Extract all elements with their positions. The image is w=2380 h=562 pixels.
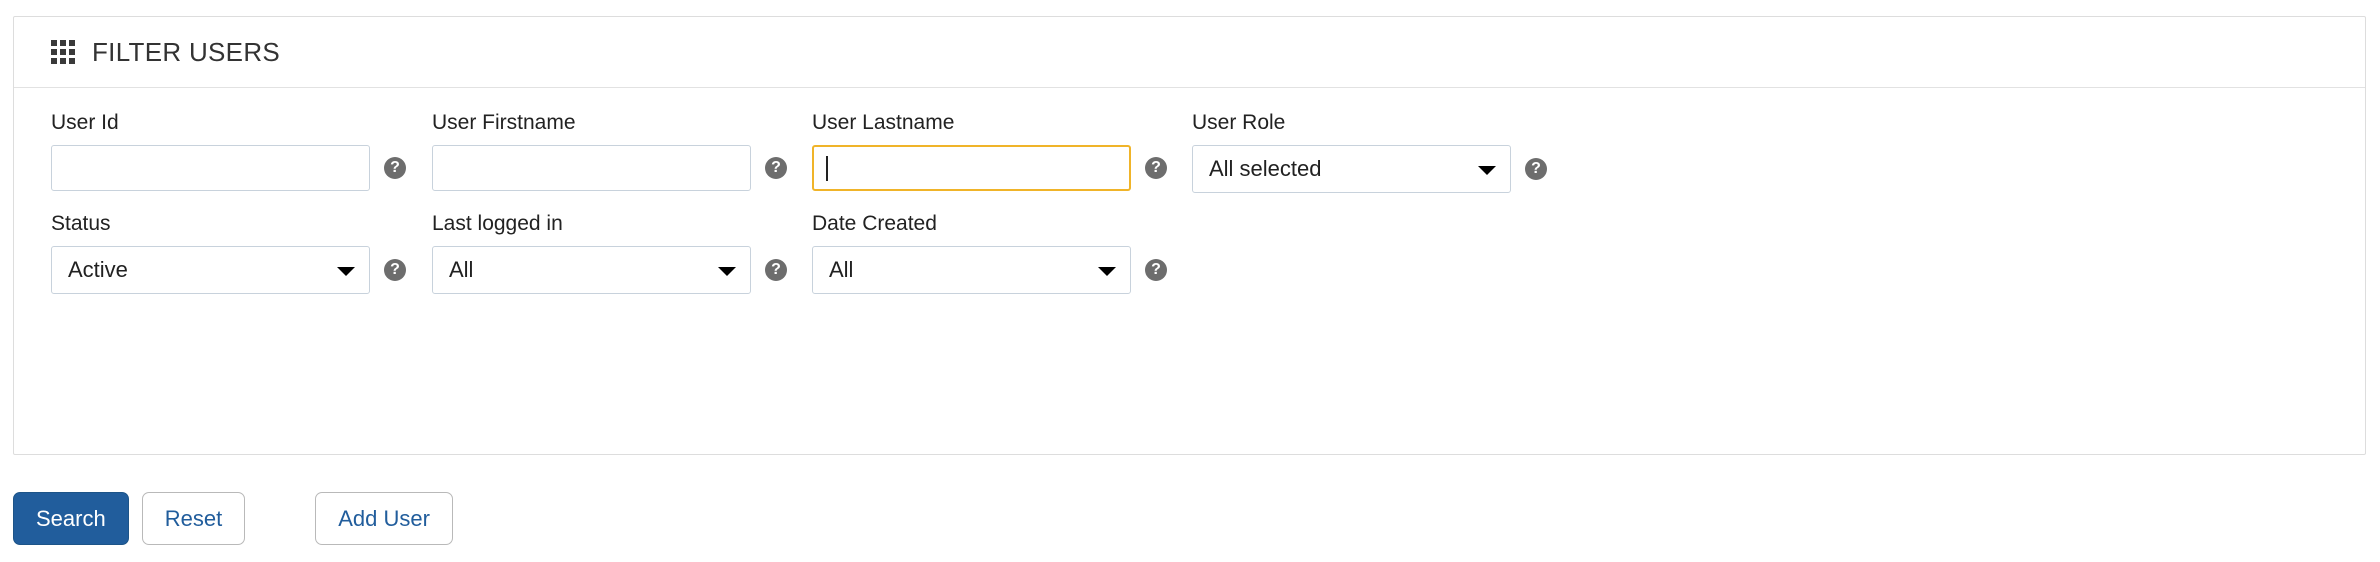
label-status: Status <box>51 212 111 235</box>
search-button[interactable]: Search <box>13 492 129 545</box>
field-status: Status Active ? <box>51 211 406 294</box>
help-icon-user-lastname[interactable]: ? <box>1145 157 1167 179</box>
field-user-role: User Role All selected ? <box>1192 110 1547 193</box>
filter-row-1: User Id ? User Firstname ? User Lastname <box>14 110 2365 193</box>
field-last-logged-in: Last logged in All ? <box>432 211 787 294</box>
action-button-bar: Search Reset Add User <box>13 492 453 545</box>
help-icon-user-role[interactable]: ? <box>1525 158 1547 180</box>
label-date-created: Date Created <box>812 212 937 235</box>
date-created-select[interactable]: All <box>812 246 1131 294</box>
status-value: Active <box>51 246 370 294</box>
label-user-role: User Role <box>1192 111 1286 134</box>
field-user-id: User Id ? <box>51 110 406 191</box>
date-created-value: All <box>812 246 1131 294</box>
last-logged-in-value: All <box>432 246 751 294</box>
control-status: Active ? <box>51 246 406 294</box>
user-role-select[interactable]: All selected <box>1192 145 1511 193</box>
filter-form: User Id ? User Firstname ? User Lastname <box>14 110 2365 294</box>
reset-button[interactable]: Reset <box>141 492 246 545</box>
grid-3x3-icon <box>51 40 75 64</box>
field-user-firstname: User Firstname ? <box>432 110 787 191</box>
help-icon-last-logged-in[interactable]: ? <box>765 259 787 281</box>
panel-header: FILTER USERS <box>14 17 2365 88</box>
user-id-input[interactable] <box>51 145 370 191</box>
help-icon-date-created[interactable]: ? <box>1145 259 1167 281</box>
field-date-created: Date Created All ? <box>812 211 1167 294</box>
user-lastname-input[interactable] <box>812 145 1131 191</box>
control-user-role: All selected ? <box>1192 145 1547 193</box>
status-select[interactable]: Active <box>51 246 370 294</box>
label-user-firstname: User Firstname <box>432 111 576 134</box>
label-user-lastname: User Lastname <box>812 111 955 134</box>
filter-users-screen: FILTER USERS User Id ? User Firstname ? <box>0 0 2380 562</box>
label-user-id: User Id <box>51 111 119 134</box>
user-firstname-input[interactable] <box>432 145 751 191</box>
help-icon-user-id[interactable]: ? <box>384 157 406 179</box>
field-user-lastname: User Lastname ? <box>812 110 1167 191</box>
control-user-firstname: ? <box>432 145 787 191</box>
text-cursor <box>826 156 828 181</box>
control-date-created: All ? <box>812 246 1167 294</box>
last-logged-in-select[interactable]: All <box>432 246 751 294</box>
filter-users-panel: FILTER USERS User Id ? User Firstname ? <box>13 16 2366 455</box>
panel-title: FILTER USERS <box>92 36 281 67</box>
help-icon-status[interactable]: ? <box>384 259 406 281</box>
help-icon-user-firstname[interactable]: ? <box>765 157 787 179</box>
control-user-lastname: ? <box>812 145 1167 191</box>
control-user-id: ? <box>51 145 406 191</box>
user-role-value: All selected <box>1192 145 1511 193</box>
filter-row-2: Status Active ? Last logged in All ? Dat… <box>14 211 2365 294</box>
control-last-logged-in: All ? <box>432 246 787 294</box>
label-last-logged-in: Last logged in <box>432 212 563 235</box>
add-user-button[interactable]: Add User <box>315 492 453 545</box>
